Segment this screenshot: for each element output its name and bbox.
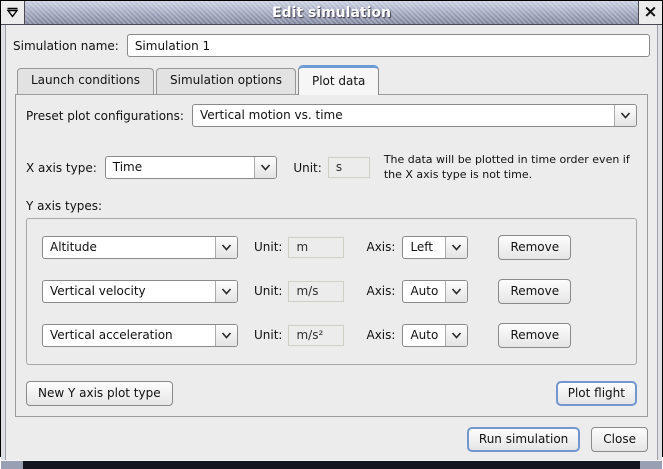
y-axis-row: Altitude Unit: m Axis: Left Remov	[42, 235, 621, 260]
unit-value: m/s²	[288, 325, 344, 346]
tab-launch-conditions[interactable]: Launch conditions	[17, 68, 154, 94]
x-axis-help-text: The data will be plotted in time order e…	[384, 153, 637, 183]
axis-value: Auto	[403, 325, 445, 346]
chevron-down-icon	[215, 237, 237, 258]
y-axis-type-combobox[interactable]: Vertical acceleration	[42, 324, 238, 347]
close-button[interactable]: Close	[591, 427, 648, 452]
unit-label: Unit:	[254, 328, 282, 342]
x-axis-label: X axis type:	[26, 161, 97, 175]
axis-label: Axis:	[366, 240, 395, 254]
y-axis-type-value: Vertical acceleration	[43, 325, 215, 346]
chevron-down-icon	[215, 281, 237, 302]
y-axis-type-value: Altitude	[43, 237, 215, 258]
close-icon: ×	[643, 4, 657, 21]
x-axis-unit-label: Unit:	[293, 161, 321, 175]
remove-button[interactable]: Remove	[498, 235, 571, 260]
x-axis-combobox-value: Time	[106, 157, 255, 178]
chevron-down-icon	[614, 105, 636, 126]
titlebar: Edit simulation ×	[1, 1, 662, 25]
y-axis-types-label: Y axis types:	[26, 199, 637, 213]
y-axis-type-combobox[interactable]: Altitude	[42, 236, 238, 259]
simulation-name-input[interactable]	[127, 34, 650, 57]
x-axis-unit-value: s	[328, 157, 370, 178]
y-axis-row: Vertical acceleration Unit: m/s² Axis: A…	[42, 323, 621, 348]
tab-bar: Launch conditions Simulation options Plo…	[17, 65, 648, 94]
axis-label: Axis:	[366, 284, 395, 298]
window-title: Edit simulation	[25, 1, 638, 24]
plot-data-panel: Preset plot configurations: Vertical mot…	[15, 94, 648, 417]
tab-simulation-options[interactable]: Simulation options	[156, 68, 296, 94]
panel-bottom-row: New Y axis plot type Plot flight	[26, 381, 637, 406]
x-axis-combobox[interactable]: Time	[105, 156, 278, 179]
chevron-down-icon	[215, 325, 237, 346]
chevron-down-icon	[445, 281, 467, 302]
unit-label: Unit:	[254, 284, 282, 298]
new-y-axis-plot-type-button[interactable]: New Y axis plot type	[26, 381, 173, 406]
window-bottom-frame	[1, 460, 662, 469]
close-window-button[interactable]: ×	[638, 1, 662, 24]
unit-label: Unit:	[254, 240, 282, 254]
axis-combobox[interactable]: Left	[402, 236, 468, 259]
edit-simulation-dialog: Edit simulation × Simulation name: Launc…	[0, 0, 663, 457]
y-axis-type-combobox[interactable]: Vertical velocity	[42, 280, 238, 303]
chevron-down-icon	[254, 157, 276, 178]
y-axis-type-value: Vertical velocity	[43, 281, 215, 302]
axis-combobox[interactable]: Auto	[402, 324, 468, 347]
preset-combobox-value: Vertical motion vs. time	[193, 105, 614, 126]
window-menu-icon	[6, 3, 19, 22]
preset-combobox[interactable]: Vertical motion vs. time	[192, 104, 637, 127]
y-axis-row: Vertical velocity Unit: m/s Axis: Auto	[42, 279, 621, 304]
axis-label: Axis:	[366, 328, 395, 342]
axis-value: Left	[403, 237, 445, 258]
preset-row: Preset plot configurations: Vertical mot…	[26, 104, 637, 127]
chevron-down-icon	[445, 237, 467, 258]
y-axis-groupbox: Altitude Unit: m Axis: Left Remov	[26, 218, 637, 365]
preset-label: Preset plot configurations:	[26, 109, 184, 123]
remove-button[interactable]: Remove	[498, 279, 571, 304]
window-menu-button[interactable]	[1, 1, 25, 24]
chevron-down-icon	[445, 325, 467, 346]
axis-value: Auto	[403, 281, 445, 302]
x-axis-row: X axis type: Time Unit: s The data will …	[26, 153, 637, 183]
dialog-content: Simulation name: Launch conditions Simul…	[1, 25, 662, 460]
simulation-name-label: Simulation name:	[13, 39, 119, 53]
axis-combobox[interactable]: Auto	[402, 280, 468, 303]
simulation-name-row: Simulation name:	[13, 34, 650, 57]
unit-value: m	[288, 237, 344, 258]
tab-plot-data[interactable]: Plot data	[298, 65, 379, 95]
remove-button[interactable]: Remove	[498, 323, 571, 348]
plot-flight-button[interactable]: Plot flight	[556, 381, 637, 406]
run-simulation-button[interactable]: Run simulation	[467, 427, 580, 452]
dialog-footer: Run simulation Close	[13, 417, 650, 452]
unit-value: m/s	[288, 281, 344, 302]
